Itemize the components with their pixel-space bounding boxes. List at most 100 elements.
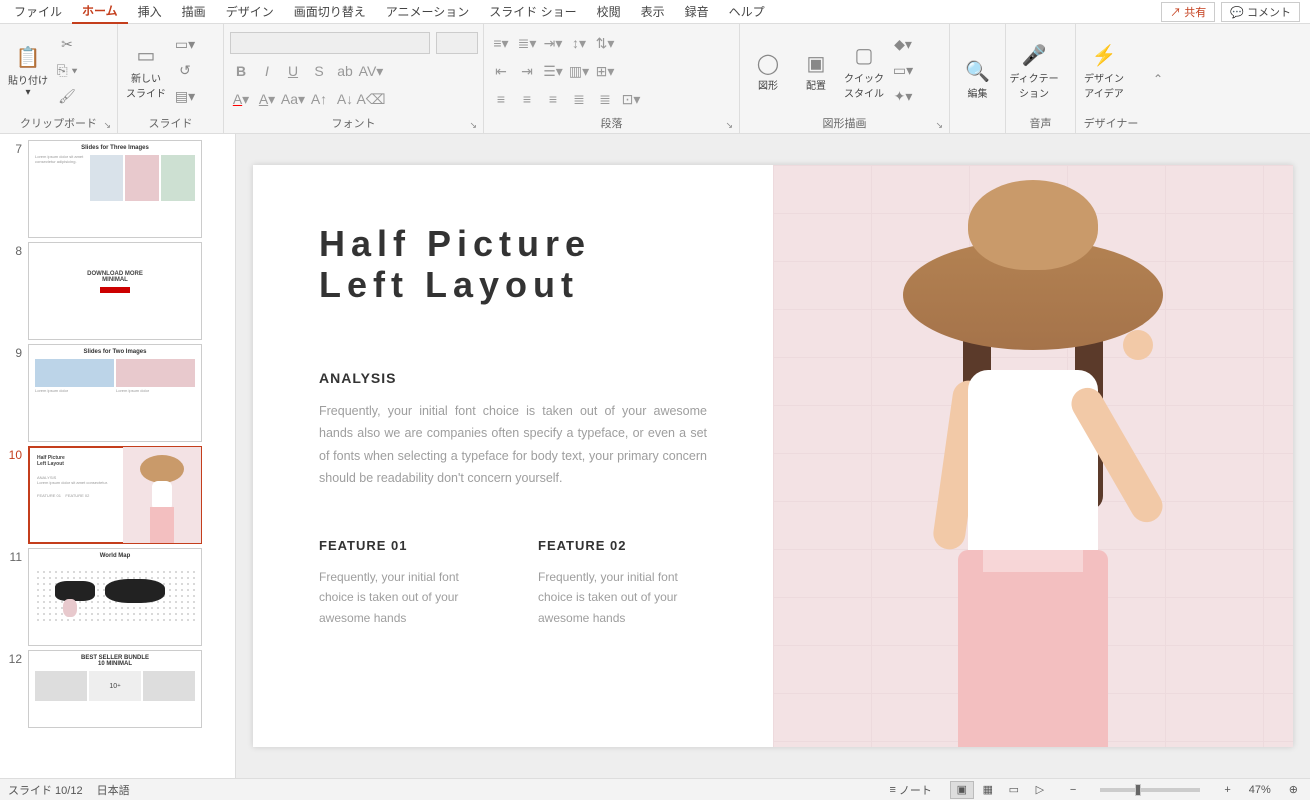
columns-button[interactable]: ▥▾ [568, 60, 590, 82]
line-spacing-button[interactable]: ↕▾ [568, 32, 590, 54]
notes-button[interactable]: ≡ ノート [885, 782, 935, 798]
grow-font-button[interactable]: A↑ [308, 88, 330, 110]
tab-slideshow[interactable]: スライド ショー [479, 0, 586, 23]
italic-button[interactable]: I [256, 60, 278, 82]
drawing-launcher[interactable]: ↘ [935, 120, 943, 131]
decrease-indent-button[interactable]: ⇤ [490, 60, 512, 82]
slide-thumbnail-7[interactable]: Slides for Three Images Lorem ipsum dolo… [28, 140, 202, 238]
highlight-button[interactable]: A▾ [256, 88, 278, 110]
slide-title[interactable]: Half PictureLeft Layout [319, 223, 707, 306]
thumb-number: 11 [4, 548, 22, 564]
quickstyles-icon: ▢ [850, 42, 878, 70]
slide-image[interactable] [773, 165, 1293, 747]
font-size-combo[interactable] [436, 32, 478, 54]
feature1-heading[interactable]: FEATURE 01 [319, 538, 488, 553]
tab-home[interactable]: ホーム [72, 0, 128, 24]
analysis-body[interactable]: Frequently, your initial font choice is … [319, 400, 707, 490]
analysis-heading[interactable]: ANALYSIS [319, 370, 707, 386]
slide-thumbnail-12[interactable]: BEST SELLER BUNDLE10 MINIMAL 10+ [28, 650, 202, 728]
strike-button[interactable]: S [308, 60, 330, 82]
group-drawing-label: 図形描画 [823, 118, 867, 130]
numbering-button[interactable]: ≣▾ [516, 32, 538, 54]
bold-button[interactable]: B [230, 60, 252, 82]
shrink-font-button[interactable]: A↓ [334, 88, 356, 110]
tab-transitions[interactable]: 画面切り替え [284, 0, 376, 23]
change-case-button[interactable]: Aa▾ [282, 88, 304, 110]
char-spacing-button[interactable]: AV▾ [360, 60, 382, 82]
slide-canvas[interactable]: Half PictureLeft Layout ANALYSIS Frequen… [236, 134, 1310, 778]
shapes-button[interactable]: ◯図形 [746, 32, 790, 110]
tab-record[interactable]: 録音 [675, 0, 719, 23]
feature1-body[interactable]: Frequently, your initial font choice is … [319, 567, 488, 628]
group-designer-label: デザイナー [1084, 118, 1139, 130]
align-right-button[interactable]: ≡ [542, 88, 564, 110]
tab-design[interactable]: デザイン [216, 0, 284, 23]
design-icon: ⚡ [1090, 42, 1118, 70]
reset-button[interactable]: ↺ [172, 60, 198, 82]
share-button[interactable]: ↗ 共有 [1161, 2, 1215, 22]
smartart-button[interactable]: ⊞▾ [594, 60, 616, 82]
language-indicator[interactable]: 日本語 [97, 782, 130, 798]
tab-animations[interactable]: アニメーション [376, 0, 480, 23]
tab-draw[interactable]: 描画 [172, 0, 216, 23]
format-painter-button[interactable]: 🖌 [54, 86, 80, 108]
align-left-button[interactable]: ≡ [490, 88, 512, 110]
mic-icon: 🎤 [1020, 42, 1048, 70]
bullets-button[interactable]: ≡▾ [490, 32, 512, 54]
collapse-ribbon-button[interactable]: ⌃ [1146, 24, 1170, 133]
tab-view[interactable]: 表示 [631, 0, 675, 23]
paste-button[interactable]: 📋 貼り付け▾ [6, 32, 50, 110]
tab-file[interactable]: ファイル [4, 0, 72, 23]
feature2-body[interactable]: Frequently, your initial font choice is … [538, 567, 707, 628]
clipboard-launcher[interactable]: ↘ [103, 120, 111, 131]
shadow-button[interactable]: ab [334, 60, 356, 82]
feature2-heading[interactable]: FEATURE 02 [538, 538, 707, 553]
tab-review[interactable]: 校閲 [587, 0, 631, 23]
text-direction-button[interactable]: ⇅▾ [594, 32, 616, 54]
align-text-button[interactable]: ☰▾ [542, 60, 564, 82]
quick-styles-button[interactable]: ▢クイック スタイル [842, 32, 886, 110]
clear-format-button[interactable]: A⌫ [360, 88, 382, 110]
slide-thumbnail-11[interactable]: World Map [28, 548, 202, 646]
shape-effects-button[interactable]: ✦▾ [890, 86, 916, 108]
font-color-button[interactable]: A▾ [230, 88, 252, 110]
shape-outline-button[interactable]: ▭▾ [890, 60, 916, 82]
slideshow-view-button[interactable]: ▷ [1028, 781, 1052, 799]
sorter-view-button[interactable]: ▦ [976, 781, 1000, 799]
tab-insert[interactable]: 挿入 [128, 0, 172, 23]
comment-button[interactable]: 💬 コメント [1221, 2, 1300, 22]
list-level-button[interactable]: ⇥▾ [542, 32, 564, 54]
copy-button[interactable]: ⎘ ▾ [54, 60, 80, 82]
menu-tabs: ファイル ホーム 挿入 描画 デザイン 画面切り替え アニメーション スライド … [0, 0, 1310, 24]
zoom-in-button[interactable]: + [1220, 784, 1234, 796]
new-slide-button[interactable]: ▭ 新しい スライド [124, 32, 168, 110]
normal-view-button[interactable]: ▣ [950, 781, 974, 799]
justify-button[interactable]: ≣ [568, 88, 590, 110]
slide-thumbnail-9[interactable]: Slides for Two Images Lorem ipsum dolorL… [28, 344, 202, 442]
align-center-button[interactable]: ≡ [516, 88, 538, 110]
slide-content[interactable]: Half PictureLeft Layout ANALYSIS Frequen… [253, 165, 1293, 747]
design-ideas-button[interactable]: ⚡デザイン アイデア [1082, 32, 1126, 110]
section-button[interactable]: ▤▾ [172, 86, 198, 108]
reading-view-button[interactable]: ▭ [1002, 781, 1026, 799]
fit-window-button[interactable]: ⊕ [1285, 783, 1302, 796]
zoom-out-button[interactable]: − [1066, 784, 1080, 796]
arrange-button[interactable]: ▣配置 [794, 32, 838, 110]
increase-indent-button[interactable]: ⇥ [516, 60, 538, 82]
distribute-button[interactable]: ≣ [594, 88, 616, 110]
cut-button[interactable]: ✂ [54, 34, 80, 56]
layout-button[interactable]: ▭▾ [172, 34, 198, 56]
paragraph-launcher[interactable]: ↘ [725, 120, 733, 131]
editing-button[interactable]: 🔍編集 [956, 40, 999, 118]
zoom-percent[interactable]: 47% [1249, 784, 1271, 796]
zoom-slider[interactable] [1100, 788, 1200, 792]
dictate-button[interactable]: 🎤ディクテー ション [1012, 32, 1056, 110]
slide-thumbnail-10[interactable]: Half PictureLeft Layout ANALYSISLorem ip… [28, 446, 202, 544]
slide-thumbnail-8[interactable]: DOWNLOAD MOREMINIMAL [28, 242, 202, 340]
font-launcher[interactable]: ↘ [469, 120, 477, 131]
font-family-combo[interactable] [230, 32, 430, 54]
convert-button[interactable]: ⊡▾ [620, 88, 642, 110]
tab-help[interactable]: ヘルプ [719, 0, 775, 23]
shape-fill-button[interactable]: ◆▾ [890, 34, 916, 56]
underline-button[interactable]: U [282, 60, 304, 82]
